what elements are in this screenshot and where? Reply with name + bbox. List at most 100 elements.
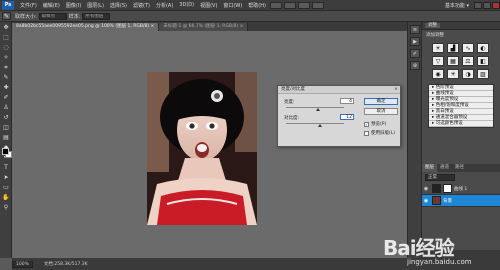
dialog-close-icon[interactable]: × (392, 86, 400, 93)
workspace-switcher[interactable]: 基本功能 ▾ (441, 2, 473, 9)
zoom-level-button[interactable] (297, 1, 310, 9)
adjustments-subtitle: 添加调整 (426, 33, 444, 38)
hand-tool-button[interactable] (311, 1, 324, 9)
close-button[interactable] (492, 1, 500, 9)
layer-row-curves[interactable]: ◉ 曲线 1 (422, 183, 500, 195)
photoshop-logo-icon: Ps (2, 0, 14, 10)
minimize-button[interactable] (474, 1, 482, 9)
portrait-image (147, 72, 257, 225)
menu-image[interactable]: 图像(I) (63, 2, 84, 9)
photo-filter-adjust-icon[interactable]: ◉ (432, 69, 444, 79)
cancel-button[interactable]: 取消 (364, 108, 398, 115)
blend-mode-select[interactable]: 正常 (425, 174, 455, 181)
menu-bar: Ps 文件(F) 编辑(E) 图像(I) 图层(L) 选择(S) 滤镜(T) 分… (0, 0, 500, 11)
menu-window[interactable]: 窗口(W) (220, 2, 245, 9)
contrast-label: 对比度: (284, 116, 300, 121)
hue-saturation-adjust-icon[interactable]: ▦ (447, 56, 459, 66)
shape-tool-icon[interactable]: ▭ (1, 183, 11, 192)
vibrance-adjust-icon[interactable]: ▽ (432, 56, 444, 66)
eraser-tool-icon[interactable]: ◫ (1, 123, 11, 132)
clone-source-panel-icon[interactable]: ⊕ (410, 61, 420, 70)
mini-bridge-button[interactable] (283, 1, 296, 9)
brightness-slider-handle[interactable] (316, 108, 320, 111)
channel-mixer-adjust-icon[interactable]: ✳ (447, 69, 459, 79)
hand-tool-icon[interactable]: ✋ (1, 193, 11, 202)
layer-row-background[interactable]: ◉ 背景 (422, 195, 500, 207)
brush-tool-icon[interactable]: ✐ (1, 93, 11, 102)
eyedropper-tool-icon[interactable]: ✎ (2, 12, 11, 20)
menu-help[interactable]: 帮助(H) (245, 2, 269, 9)
brightness-contrast-dialog: 亮度/对比度 × 亮度: 4 对比度: 12 确定 取消 ✓ 预览(P) 使用旧… (277, 85, 401, 147)
crop-tool-icon[interactable]: ⌗ (1, 63, 11, 72)
layers-panel-tabs: 图层 通道 路径 (422, 164, 500, 172)
layer-name: 背景 (443, 198, 452, 204)
healing-brush-icon[interactable]: ✚ (1, 83, 11, 92)
document-tab-bar: 8a8b02bc55aee0095592ee05.png @ 100% (图层 … (12, 22, 407, 31)
clone-stamp-icon[interactable]: ♙ (1, 103, 11, 112)
quick-select-tool-icon[interactable]: ✧ (1, 53, 11, 62)
maximize-button[interactable] (483, 1, 491, 9)
preview-label: 预览(P) (371, 122, 387, 127)
tab-paths[interactable]: 路径 (452, 164, 467, 172)
eyedropper-icon[interactable]: ✎ (1, 73, 11, 82)
levels-adjust-icon[interactable]: ▟ (447, 43, 459, 53)
move-tool-icon[interactable]: ✥ (1, 23, 11, 32)
actions-panel-icon[interactable]: ▶ (410, 37, 420, 46)
contrast-input[interactable]: 12 (340, 114, 354, 120)
brightness-slider-track[interactable] (286, 107, 344, 108)
brightness-input[interactable]: 4 (340, 98, 354, 104)
contrast-slider-track[interactable] (286, 123, 344, 124)
color-balance-adjust-icon[interactable]: ⚖ (462, 56, 474, 66)
document-tab-active[interactable]: 8a8b02bc55aee0095592ee05.png @ 100% (图层 … (12, 23, 160, 31)
menu-file[interactable]: 文件(F) (17, 2, 40, 9)
black-white-adjust-icon[interactable]: ◧ (477, 56, 489, 66)
sample-size-select[interactable]: 取样点 (38, 12, 67, 20)
menu-view[interactable]: 视图(V) (197, 2, 220, 9)
type-tool-icon[interactable]: T (1, 163, 11, 172)
preview-checkbox[interactable]: ✓ 预览(P) (364, 121, 386, 127)
tab-layers[interactable]: 图层 (422, 164, 437, 172)
gradient-tool-icon[interactable]: ▤ (1, 133, 11, 142)
adjustments-tab[interactable]: 调整 (422, 22, 500, 30)
history-brush-icon[interactable]: ↺ (1, 113, 11, 122)
marquee-tool-icon[interactable]: ⬚ (1, 33, 11, 42)
preset-selective-color[interactable]: 可选颜色预设 (429, 121, 493, 127)
lasso-tool-icon[interactable]: ◌ (1, 43, 11, 52)
menu-layer[interactable]: 图层(L) (84, 2, 107, 9)
baidu-jingyan-watermark: Bai经验 jingyan.baidu.com (383, 232, 498, 268)
layer-thumbnail (432, 196, 441, 205)
visibility-eye-icon[interactable]: ◉ (422, 186, 430, 192)
document-photo[interactable] (147, 72, 257, 225)
dialog-title: 亮度/对比度 (281, 87, 306, 92)
visibility-eye-icon[interactable]: ◉ (422, 198, 430, 204)
zoom-level-field[interactable]: 100% (12, 260, 33, 268)
curves-adjust-icon[interactable]: ∿ (462, 43, 474, 53)
tab-channels[interactable]: 通道 (437, 164, 452, 172)
legacy-checkbox[interactable]: 使用旧版(L) (364, 130, 395, 136)
ok-button[interactable]: 确定 (364, 98, 398, 105)
zoom-tool-icon[interactable]: ⚲ (1, 203, 11, 212)
path-select-icon[interactable]: ➤ (1, 173, 11, 182)
brushes-panel-icon[interactable]: ✐ (410, 49, 420, 58)
legacy-label: 使用旧版(L) (371, 131, 396, 136)
sample-select[interactable]: 所有图层 (82, 12, 111, 20)
menu-filter[interactable]: 滤镜(T) (130, 2, 153, 9)
bridge-button[interactable] (269, 1, 282, 9)
history-panel-icon[interactable]: ≡ (410, 25, 420, 34)
canvas-workspace[interactable]: 亮度/对比度 × 亮度: 4 对比度: 12 确定 取消 ✓ 预览(P) 使用旧… (12, 31, 407, 258)
menu-edit[interactable]: 编辑(E) (40, 2, 63, 9)
adjustment-icons-grid: ☀ ▟ ∿ ◐ ▽ ▦ ⚖ ◧ ◉ ✳ ◑ ▨ (422, 40, 500, 82)
foreground-color-swatch[interactable] (2, 148, 9, 155)
menu-analysis[interactable]: 分析(A) (153, 2, 176, 9)
menu-3d[interactable]: 3D(D) (176, 2, 197, 8)
sample-size-label: 取样大小: (15, 13, 37, 20)
contrast-slider-handle[interactable] (318, 124, 322, 127)
invert-adjust-icon[interactable]: ◑ (462, 69, 474, 79)
menu-select[interactable]: 选择(S) (107, 2, 130, 9)
posterize-adjust-icon[interactable]: ▨ (477, 69, 489, 79)
dialog-titlebar[interactable]: 亮度/对比度 × (278, 86, 400, 94)
document-tab-2[interactable]: 未标题-1 @ 66.7% (图层 1, RGB/8) × (159, 23, 249, 31)
presets-list: 色阶预设 曲线预设 曝光度预设 色相/饱和度预设 黑白预设 通道混合器预设 可选… (428, 84, 494, 128)
brightness-adjust-icon[interactable]: ☀ (432, 43, 444, 53)
exposure-adjust-icon[interactable]: ◐ (477, 43, 489, 53)
